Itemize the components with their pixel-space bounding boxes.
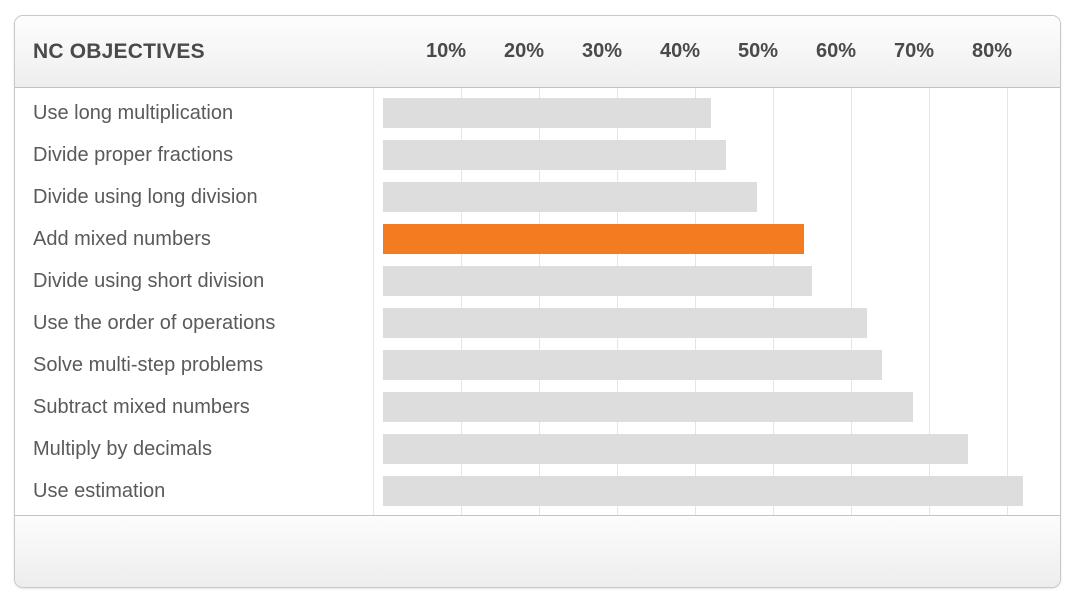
- bar-row: [374, 134, 1060, 176]
- axis-tick-60: 60%: [815, 40, 857, 62]
- bar-row: [374, 218, 1060, 260]
- category-row: Use estimation: [15, 470, 373, 512]
- bar-highlighted[interactable]: [383, 224, 805, 254]
- axis-tick-70: 70%: [893, 40, 935, 62]
- category-label: Use estimation: [33, 480, 166, 502]
- bar[interactable]: [383, 392, 914, 422]
- category-label: Divide using long division: [33, 186, 258, 208]
- bar[interactable]: [383, 434, 968, 464]
- bar[interactable]: [383, 182, 758, 212]
- bar-row: [374, 176, 1060, 218]
- axis-tick-10: 10%: [425, 40, 467, 62]
- axis-tick-30: 30%: [581, 40, 623, 62]
- bar[interactable]: [383, 350, 883, 380]
- category-label: Solve multi-step problems: [33, 354, 264, 376]
- bar-row: [374, 470, 1060, 512]
- bar[interactable]: [383, 140, 727, 170]
- bar[interactable]: [383, 98, 711, 128]
- bar-row: [374, 92, 1060, 134]
- bar-row: [374, 428, 1060, 470]
- category-row: Multiply by decimals: [15, 428, 373, 470]
- category-row: Use long multiplication: [15, 92, 373, 134]
- chart-panel: NC OBJECTIVES 10% 20% 30% 40% 50% 60% 70% 80% U…: [14, 15, 1061, 588]
- category-row: Add mixed numbers: [15, 218, 373, 260]
- bar-row: [374, 260, 1060, 302]
- chart-header: NC OBJECTIVES 10% 20% 30% 40% 50% 60% 70% 80%: [15, 16, 1060, 88]
- bar[interactable]: [383, 308, 867, 338]
- category-row: Divide using long division: [15, 176, 373, 218]
- bar-row: [374, 302, 1060, 344]
- category-label: Use long multiplication: [33, 102, 234, 124]
- axis-tick-50: 50%: [737, 40, 779, 62]
- category-label: Add mixed numbers: [33, 228, 211, 250]
- category-row: Divide using short division: [15, 260, 373, 302]
- category-row: Use the order of operations: [15, 302, 373, 344]
- category-row: Subtract mixed numbers: [15, 386, 373, 428]
- bar-row: [374, 386, 1060, 428]
- axis-tick-40: 40%: [659, 40, 701, 62]
- category-label: Divide using short division: [33, 270, 265, 292]
- category-label-column: Use long multiplication Divide proper fra…: [15, 88, 374, 516]
- category-label: Subtract mixed numbers: [33, 396, 250, 418]
- chart-footer: [15, 515, 1060, 587]
- category-row: Divide proper fractions: [15, 134, 373, 176]
- category-row: Solve multi-step problems: [15, 344, 373, 386]
- category-label: Multiply by decimals: [33, 438, 212, 460]
- axis-tick-80: 80%: [971, 40, 1013, 62]
- bar-row: [374, 344, 1060, 386]
- bar[interactable]: [383, 476, 1023, 506]
- page-title: NC OBJECTIVES: [33, 40, 205, 63]
- axis-tick-20: 20%: [503, 40, 545, 62]
- bar[interactable]: [383, 266, 812, 296]
- category-label: Use the order of operations: [33, 312, 276, 334]
- category-label: Divide proper fractions: [33, 144, 234, 166]
- plot-area: [374, 88, 1060, 516]
- chart-body: Use long multiplication Divide proper fra…: [15, 88, 1060, 516]
